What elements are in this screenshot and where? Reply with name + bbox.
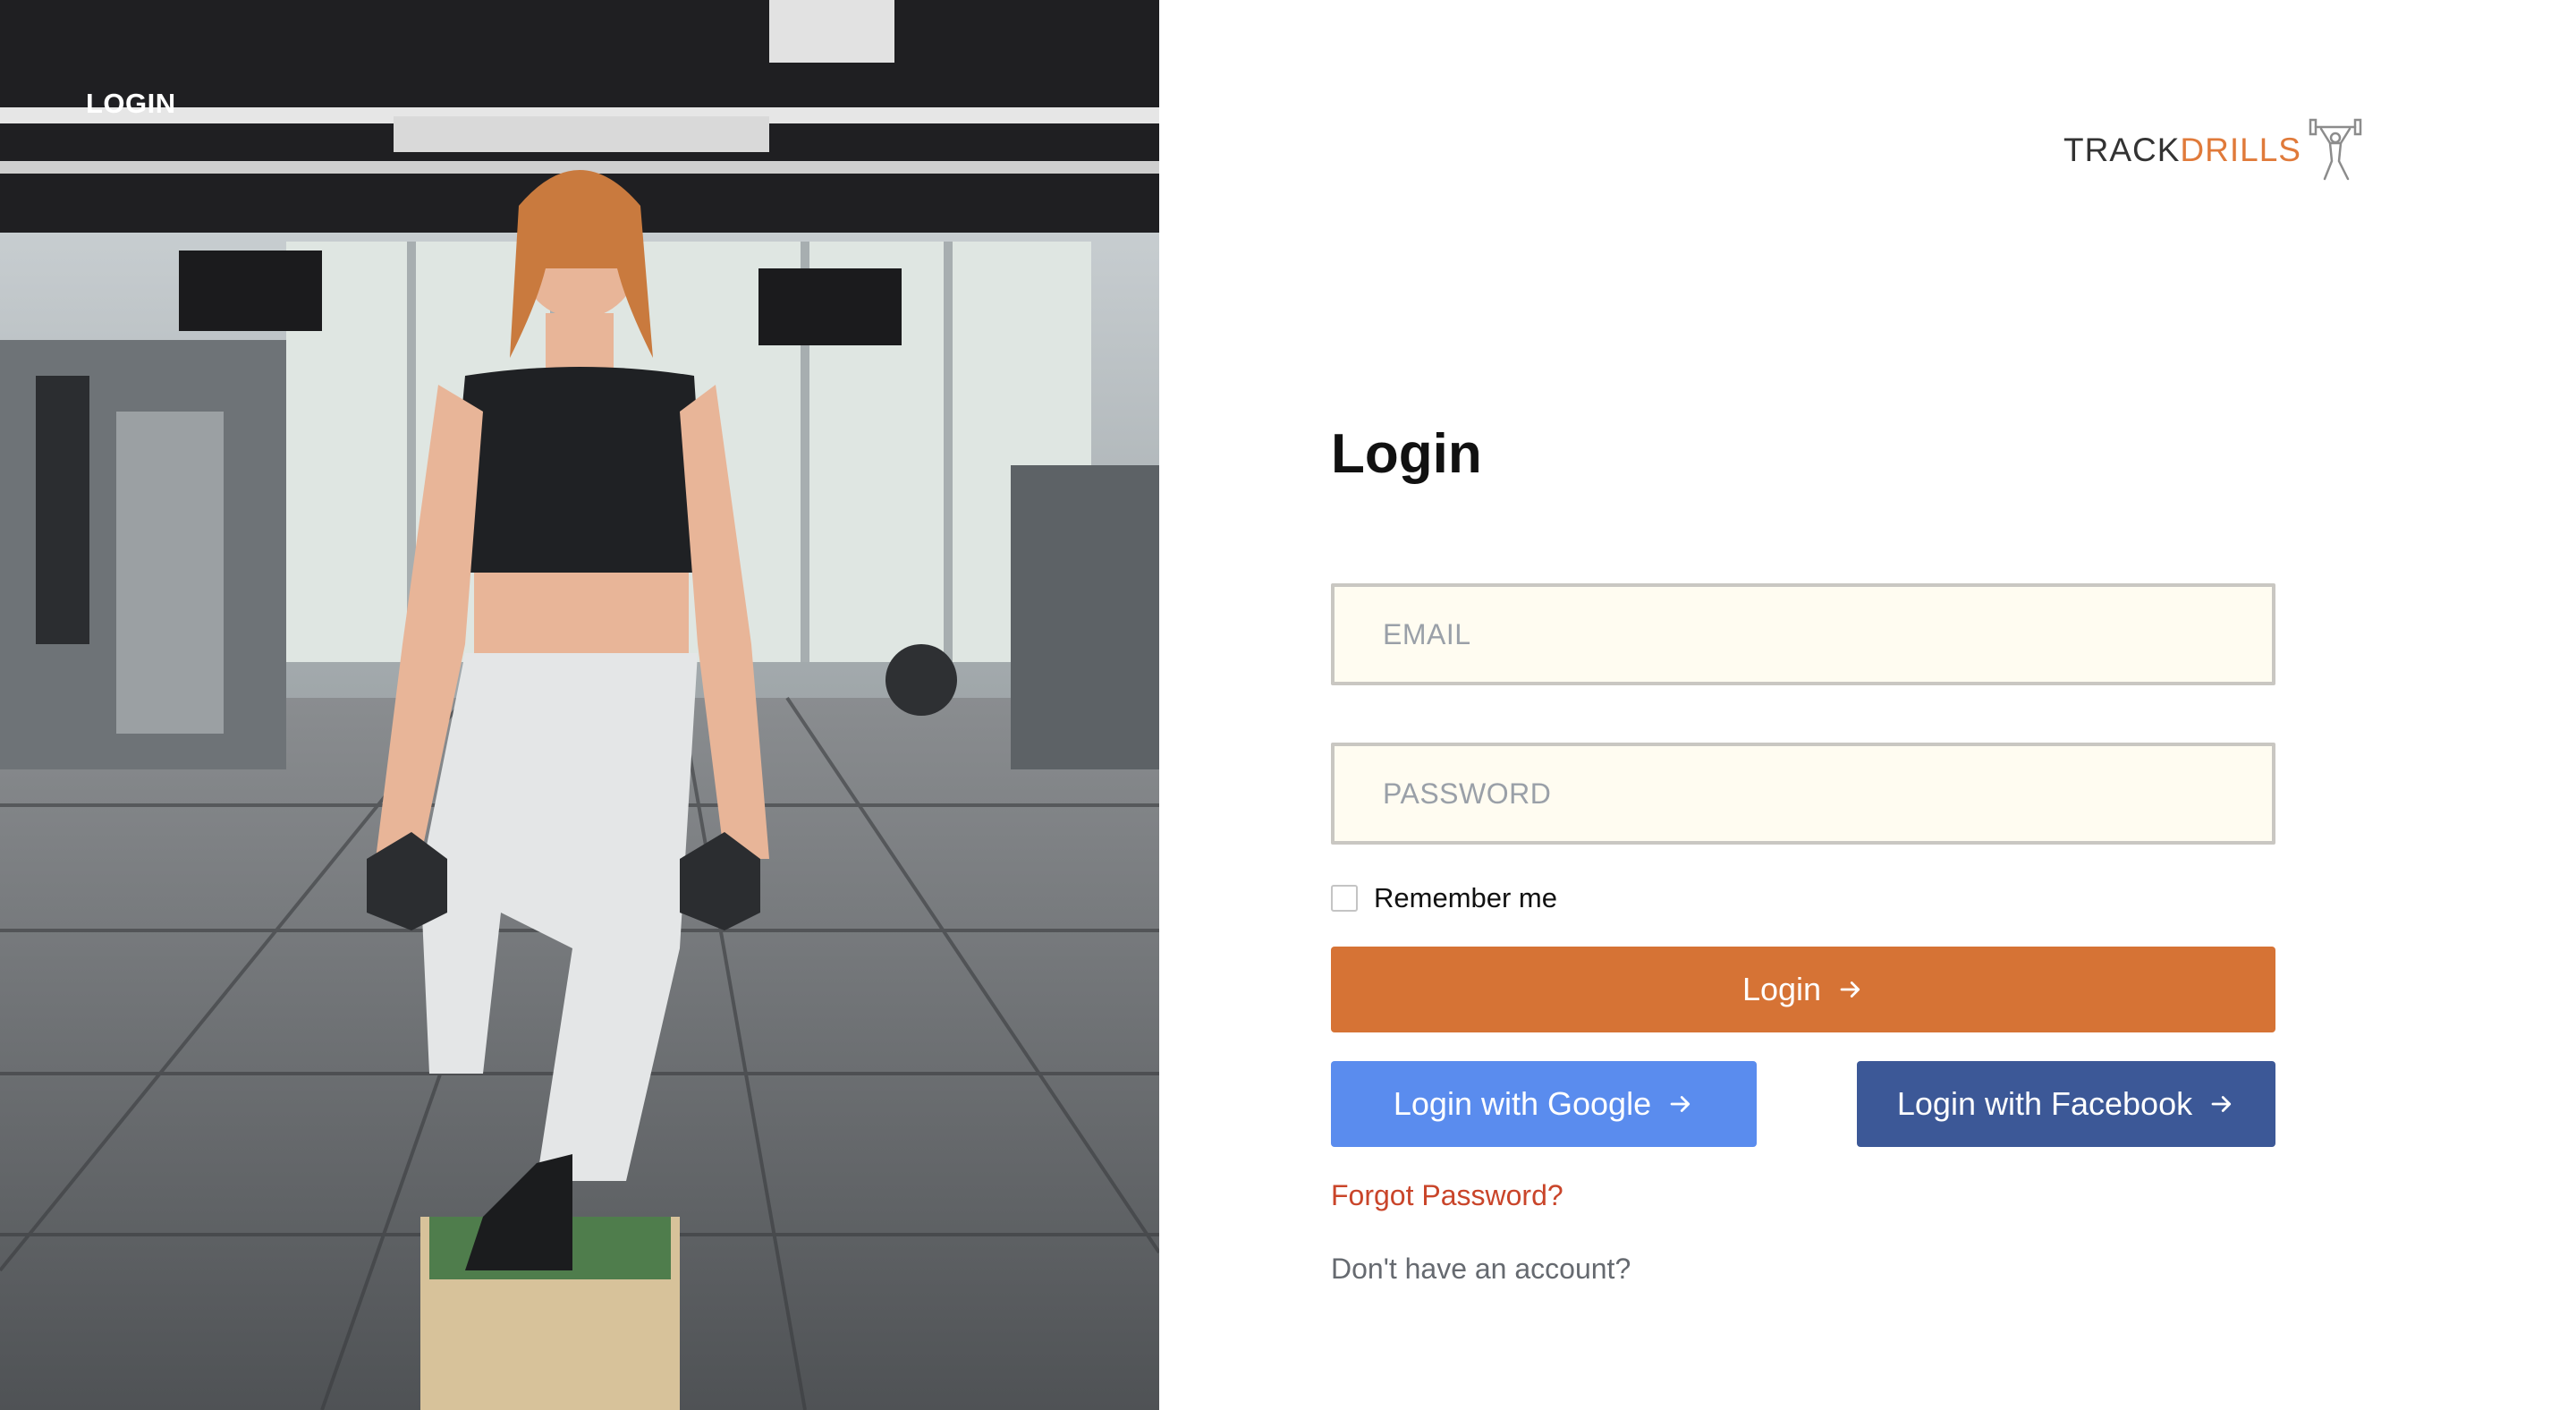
hero-login-label: LOGIN xyxy=(86,88,176,119)
password-field[interactable] xyxy=(1331,743,2275,845)
gym-scene-illustration xyxy=(0,0,1159,1410)
remember-me-row[interactable]: Remember me xyxy=(1331,880,1557,916)
forgot-password-link[interactable]: Forgot Password? xyxy=(1331,1179,1563,1212)
weightlifter-icon xyxy=(2309,118,2362,181)
brand-name-track: TRACK xyxy=(2063,132,2181,168)
signup-link[interactable]: Don't have an account? xyxy=(1331,1253,1631,1286)
login-with-facebook-button[interactable]: Login with Facebook xyxy=(1857,1061,2275,1147)
brand-name-drills: DRILLS xyxy=(2180,132,2301,168)
arrow-right-icon xyxy=(2211,1096,2232,1112)
email-field[interactable] xyxy=(1331,583,2275,685)
hero-photo: LOGIN xyxy=(0,0,1159,1410)
remember-me-checkbox[interactable] xyxy=(1331,885,1358,912)
arrow-right-icon xyxy=(1670,1096,1690,1112)
page-title: Login xyxy=(1331,423,1482,485)
brand-name: TRACKDRILLS xyxy=(2063,132,2301,169)
facebook-button-label: Login with Facebook xyxy=(1896,1085,2193,1122)
remember-me-label: Remember me xyxy=(1374,882,1557,913)
google-button-label: Login with Google xyxy=(1393,1085,1652,1122)
login-with-google-button[interactable]: Login with Google xyxy=(1331,1061,1757,1147)
brand-logo[interactable]: TRACKDRILLS xyxy=(2063,115,2364,186)
login-button-label: Login xyxy=(1741,971,1822,1007)
arrow-right-icon xyxy=(1840,981,1860,998)
login-button[interactable]: Login xyxy=(1331,947,2275,1032)
